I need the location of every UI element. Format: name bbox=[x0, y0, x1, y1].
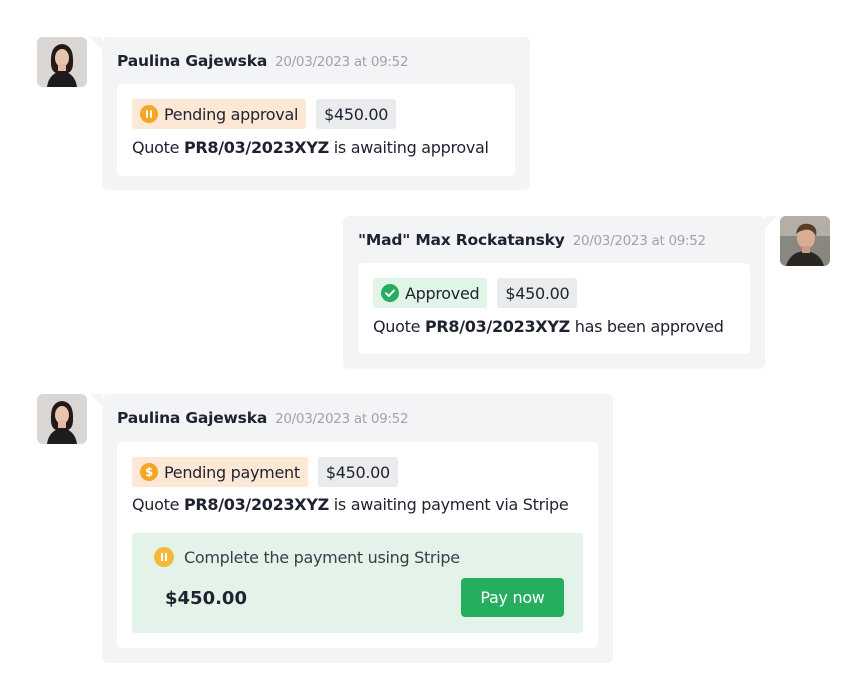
author-name: "Mad" Max Rockatansky bbox=[358, 231, 565, 249]
avatar-max bbox=[780, 216, 830, 266]
status-badge: $ Pending payment bbox=[132, 457, 308, 487]
message-header: Paulina Gajewska 20/03/2023 at 09:52 bbox=[117, 51, 409, 70]
amount-badge: $450.00 bbox=[316, 99, 397, 129]
svg-text:$: $ bbox=[145, 465, 153, 479]
message-header: "Mad" Max Rockatansky 20/03/2023 at 09:52 bbox=[358, 230, 706, 249]
payment-amount: $450.00 bbox=[165, 588, 247, 609]
message-bubble-3: Paulina Gajewska 20/03/2023 at 09:52 $ Pe… bbox=[90, 394, 613, 663]
status-label: Pending approval bbox=[164, 104, 299, 124]
pay-now-button[interactable]: Pay now bbox=[461, 578, 564, 617]
quote-card: Approved $450.00 Quote PR8/03/2023XYZ ha… bbox=[358, 263, 750, 354]
message-header: Paulina Gajewska 20/03/2023 at 09:52 bbox=[117, 408, 409, 427]
payment-panel: Complete the payment using Stripe $450.0… bbox=[132, 533, 583, 633]
status-label: Pending payment bbox=[164, 462, 300, 482]
amount-badge: $450.00 bbox=[317, 457, 398, 487]
timestamp: 20/03/2023 at 09:52 bbox=[275, 54, 409, 70]
quote-status-text: Quote PR8/03/2023XYZ has been approved bbox=[373, 317, 724, 336]
quote-id[interactable]: PR8/03/2023XYZ bbox=[184, 138, 329, 157]
status-badge: Pending approval bbox=[132, 99, 307, 129]
quote-id[interactable]: PR8/03/2023XYZ bbox=[425, 317, 570, 336]
quote-card: Pending approval $450.00 Quote PR8/03/20… bbox=[117, 84, 515, 176]
amount-badge: $450.00 bbox=[497, 278, 578, 308]
dollar-icon: $ bbox=[140, 463, 158, 481]
timestamp: 20/03/2023 at 09:52 bbox=[572, 233, 706, 249]
amount-label: $450.00 bbox=[324, 104, 389, 124]
pause-icon bbox=[140, 105, 158, 123]
author-name: Paulina Gajewska bbox=[117, 52, 268, 70]
quote-status-text: Quote PR8/03/2023XYZ is awaiting payment… bbox=[132, 495, 569, 514]
amount-label: $450.00 bbox=[325, 462, 390, 482]
avatar-paulina bbox=[37, 37, 87, 87]
timestamp: 20/03/2023 at 09:52 bbox=[275, 411, 409, 427]
pause-icon bbox=[154, 547, 174, 567]
status-badge: Approved bbox=[373, 278, 488, 308]
message-bubble-2: "Mad" Max Rockatansky 20/03/2023 at 09:52… bbox=[343, 216, 777, 369]
check-circle-icon bbox=[381, 284, 399, 302]
quote-status-text: Quote PR8/03/2023XYZ is awaiting approva… bbox=[132, 138, 489, 157]
payment-title: Complete the payment using Stripe bbox=[154, 547, 460, 567]
author-name: Paulina Gajewska bbox=[117, 409, 268, 427]
amount-label: $450.00 bbox=[505, 283, 570, 303]
message-bubble-1: Paulina Gajewska 20/03/2023 at 09:52 Pend… bbox=[90, 37, 530, 190]
quote-id[interactable]: PR8/03/2023XYZ bbox=[184, 495, 329, 514]
quote-card: $ Pending payment $450.00 Quote PR8/03/2… bbox=[117, 442, 598, 648]
avatar-paulina bbox=[37, 394, 87, 444]
status-label: Approved bbox=[405, 283, 480, 303]
